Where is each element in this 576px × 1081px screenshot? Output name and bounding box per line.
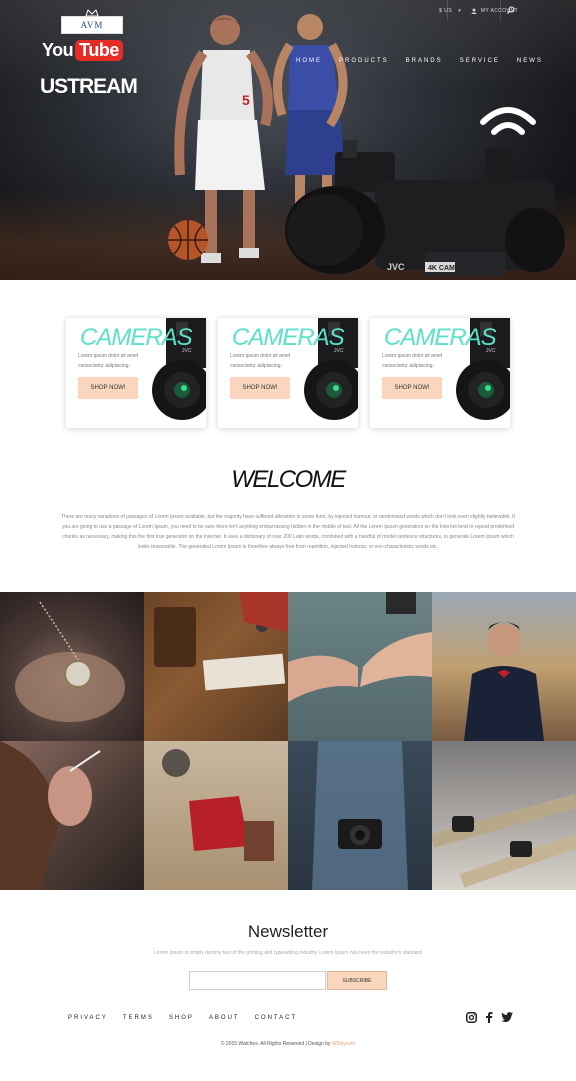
gallery-image-woman-smoking[interactable] xyxy=(0,741,144,890)
copyright-text: © 2015 Watches. All Rights Reserved | De… xyxy=(0,1041,576,1047)
currency-value: $ US xyxy=(439,8,453,14)
gallery-image-red-bag[interactable] xyxy=(144,741,288,890)
nav-news[interactable]: NEWS xyxy=(517,58,543,64)
card-description: Lorem ipsum dolor sit amet consectetur a… xyxy=(382,353,443,369)
svg-text:4K CAM: 4K CAM xyxy=(428,265,455,272)
copyright-label: © 2015 Watches. All Rights Reserved | De… xyxy=(220,1041,331,1047)
gallery-image-writing-desk[interactable] xyxy=(144,592,288,741)
site-logo[interactable]: AVM xyxy=(61,16,123,34)
card-description: Lorem ipsum dolor sit amet consectetur a… xyxy=(230,353,291,369)
gallery-image-linked-fingers[interactable] xyxy=(288,592,432,741)
instagram-icon[interactable] xyxy=(466,1011,477,1023)
footer-nav: PRIVACY TERMS SHOP ABOUT CONTACT xyxy=(68,1015,297,1021)
card-title: CAMERAS xyxy=(384,324,497,351)
gallery-image-man-in-suit[interactable] xyxy=(432,592,576,741)
nav-home[interactable]: HOME xyxy=(296,58,322,64)
welcome-paragraph: There are many variations of passages of… xyxy=(61,514,515,550)
card-title: CAMERAS xyxy=(80,324,193,351)
shop-now-button[interactable]: SHOP NOW! xyxy=(230,377,290,399)
wifi-icon xyxy=(480,107,536,135)
nav-products[interactable]: PRODUCTS xyxy=(339,58,389,64)
youtube-you-text: You xyxy=(42,40,74,60)
social-links xyxy=(466,1011,513,1023)
footer-link-terms[interactable]: TERMS xyxy=(123,1015,154,1021)
search-icon[interactable] xyxy=(507,6,515,14)
logo-text: AVM xyxy=(80,20,104,30)
twitter-icon[interactable] xyxy=(501,1012,513,1022)
svg-text:JVC: JVC xyxy=(387,262,405,272)
gallery-image-camera-hands[interactable] xyxy=(288,741,432,890)
youtube-tube-text: Tube xyxy=(75,40,123,61)
linked-fingers-illustration xyxy=(288,592,432,702)
photo-gallery xyxy=(0,592,576,890)
youtube-logo: You Tube xyxy=(42,40,123,61)
camcorder-image: JVC 4K CAM xyxy=(285,140,565,276)
facebook-icon[interactable] xyxy=(485,1011,493,1023)
ustream-logo: USTREAM xyxy=(40,75,138,98)
promo-card: JVC CAMERAS Lorem ipsum dolor sit amet c… xyxy=(370,318,510,428)
footer-link-about[interactable]: ABOUT xyxy=(209,1015,240,1021)
card-title: CAMERAS xyxy=(232,324,345,351)
welcome-heading: WELCOME xyxy=(231,466,346,493)
footer-link-shop[interactable]: SHOP xyxy=(169,1015,194,1021)
subscribe-button[interactable]: SUBSCRIBE xyxy=(327,971,387,990)
man-in-suit-illustration xyxy=(464,622,544,741)
smartwatches-illustration xyxy=(432,794,576,888)
woman-smoking-illustration xyxy=(0,741,101,890)
basketball-image xyxy=(168,220,208,260)
writing-desk-illustration xyxy=(154,592,288,691)
gallery-image-pocket-watch[interactable] xyxy=(0,592,144,741)
gallery-image-smartwatches[interactable] xyxy=(432,741,576,890)
card-description: Lorem ipsum dolor sit amet consectetur a… xyxy=(78,353,139,369)
promo-card: JVC CAMERAS Lorem ipsum dolor sit amet c… xyxy=(218,318,358,428)
red-bag-illustration xyxy=(162,749,274,861)
chevron-down-icon: ▾ xyxy=(458,8,461,14)
footer-link-contact[interactable]: CONTACT xyxy=(255,1015,298,1021)
shop-now-button[interactable]: SHOP NOW! xyxy=(78,377,138,399)
nav-service[interactable]: SERVICE xyxy=(460,58,500,64)
nav-brands[interactable]: BRANDS xyxy=(406,58,443,64)
footer-link-privacy[interactable]: PRIVACY xyxy=(68,1015,108,1021)
designer-link[interactable]: W3layouts xyxy=(332,1041,355,1047)
currency-selector[interactable]: $ US ▾ xyxy=(439,8,461,14)
newsletter-description: Lorem Ipsum is simply dummy text of the … xyxy=(154,950,422,956)
main-nav: HOME PRODUCTS BRANDS SERVICE NEWS xyxy=(296,58,543,64)
newsletter-heading: Newsletter xyxy=(247,922,329,941)
newsletter-email-input[interactable] xyxy=(189,971,326,990)
user-icon xyxy=(470,8,477,14)
svg-text:5: 5 xyxy=(242,92,250,108)
shop-now-button[interactable]: SHOP NOW! xyxy=(382,377,442,399)
camera-hands-illustration xyxy=(312,741,408,890)
promo-card: JVC CAMERAS Lorem ipsum dolor sit amet c… xyxy=(66,318,206,428)
hero-banner: 5 JVC 4K CAM AVM You Tube USTREAM $ US ▾… xyxy=(0,0,576,280)
pocket-watch-illustration xyxy=(15,601,125,722)
